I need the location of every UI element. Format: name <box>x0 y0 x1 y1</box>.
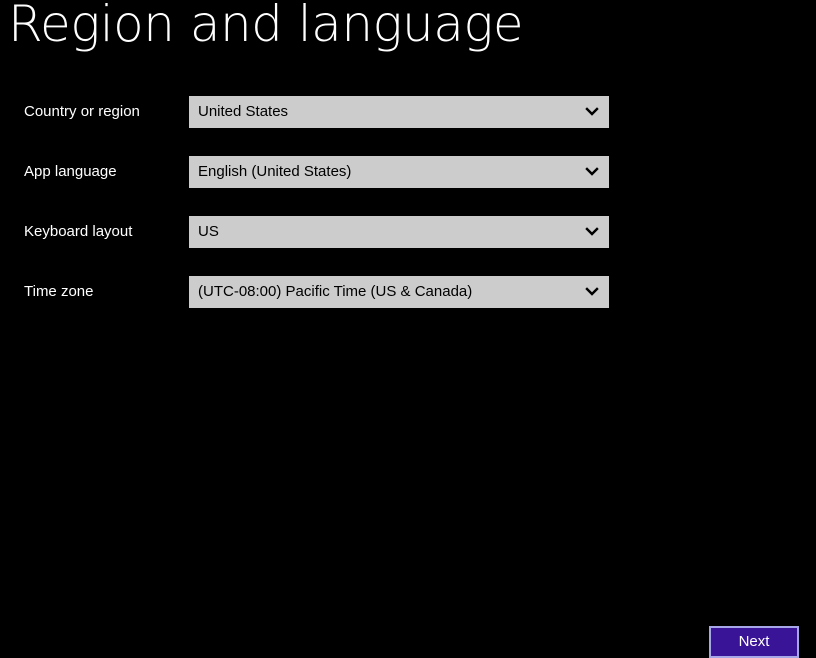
country-region-value: United States <box>198 103 289 120</box>
app-language-value: English (United States) <box>198 163 352 180</box>
keyboard-layout-row: Keyboard layout US <box>0 216 816 248</box>
keyboard-layout-label: Keyboard layout <box>24 223 133 240</box>
country-region-label: Country or region <box>24 103 140 120</box>
country-region-select[interactable]: United States <box>189 96 609 128</box>
chevron-down-icon <box>585 287 599 296</box>
next-button[interactable]: Next <box>709 626 799 658</box>
time-zone-label: Time zone <box>24 283 94 300</box>
app-language-row: App language English (United States) <box>0 156 816 188</box>
chevron-down-icon <box>585 107 599 116</box>
chevron-down-icon <box>585 167 599 176</box>
app-language-select[interactable]: English (United States) <box>189 156 609 188</box>
keyboard-layout-value: US <box>198 223 219 240</box>
time-zone-select[interactable]: (UTC-08:00) Pacific Time (US & Canada) <box>189 276 609 308</box>
keyboard-layout-select[interactable]: US <box>189 216 609 248</box>
country-region-row: Country or region United States <box>0 96 816 128</box>
time-zone-row: Time zone (UTC-08:00) Pacific Time (US &… <box>0 276 816 308</box>
chevron-down-icon <box>585 227 599 236</box>
app-language-label: App language <box>24 163 117 180</box>
page-title: Region and language <box>8 0 524 53</box>
time-zone-value: (UTC-08:00) Pacific Time (US & Canada) <box>198 283 473 300</box>
